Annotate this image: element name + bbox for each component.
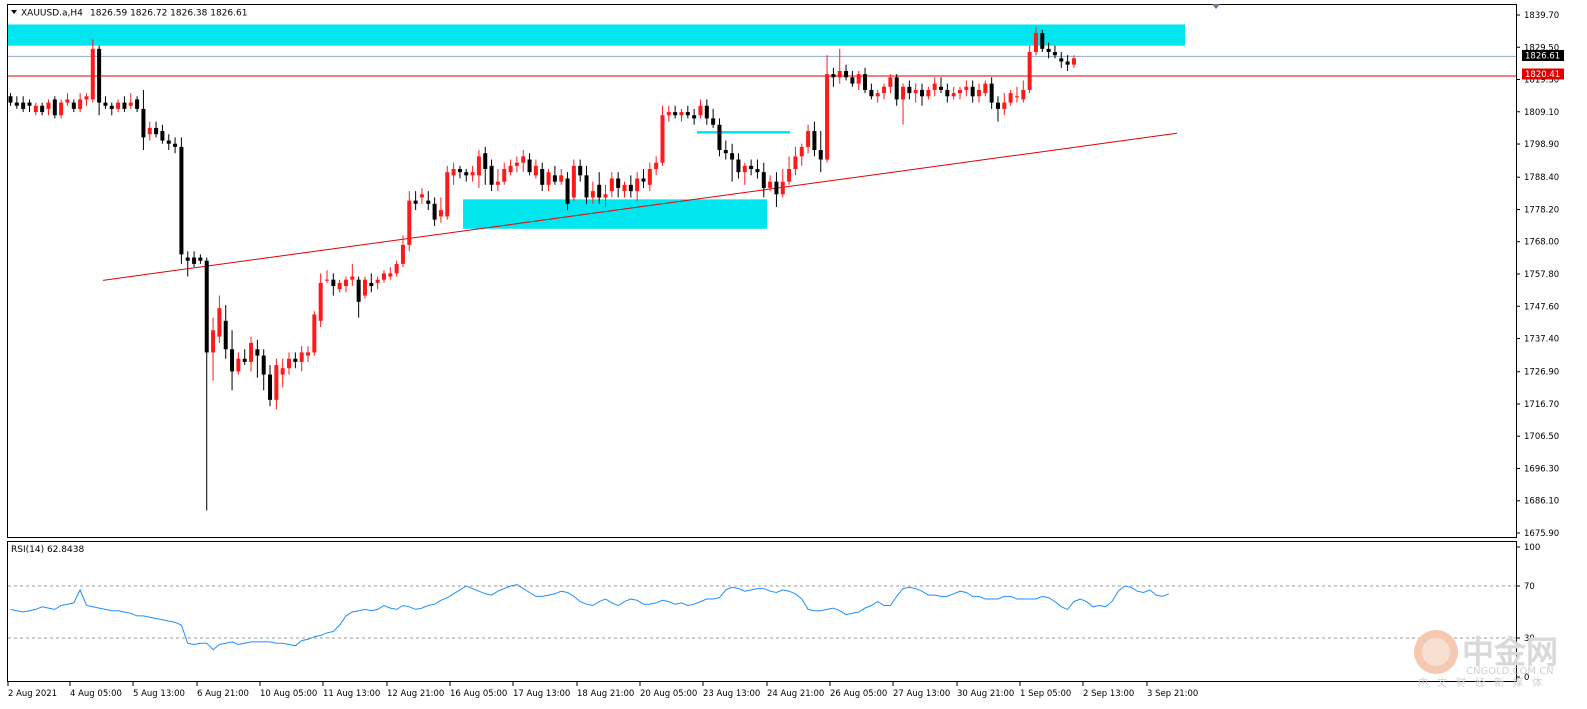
time-tick-label: 5 Aug 13:00 xyxy=(133,689,185,699)
rsi-tick-label: 100 xyxy=(1524,543,1540,553)
rsi-frame xyxy=(7,541,1517,682)
price-tick-label: 1747.60 xyxy=(1524,302,1559,312)
time-tick-label: 30 Aug 21:00 xyxy=(957,689,1014,699)
price-tick-label: 1726.90 xyxy=(1524,368,1559,378)
time-axis: 2 Aug 2021 4 Aug 05:00 5 Aug 13:00 6 Aug 21… xyxy=(7,682,1198,699)
price-tick-label: 1788.40 xyxy=(1524,173,1559,183)
time-tick-label: 12 Aug 21:00 xyxy=(387,689,444,699)
time-tick-label: 4 Aug 05:00 xyxy=(70,689,122,699)
price-tick-label: 1798.90 xyxy=(1524,140,1559,150)
current-price-tag: 1826.61 xyxy=(1525,52,1560,62)
candle xyxy=(312,311,317,356)
rsi-tick-label: 70 xyxy=(1524,582,1535,592)
zone-resistance xyxy=(8,24,1185,46)
time-tick-label: 2 Aug 2021 xyxy=(8,689,57,699)
time-tick-label: 1 Sep 05:00 xyxy=(1020,689,1071,699)
price-tick-label: 1675.90 xyxy=(1524,529,1559,539)
zone-minor xyxy=(697,131,790,134)
time-tick-label: 24 Aug 21:00 xyxy=(767,689,824,699)
price-tick-label: 1686.10 xyxy=(1524,497,1559,507)
time-tick-label: 11 Aug 13:00 xyxy=(323,689,380,699)
level-tag: 1820.41 xyxy=(1525,70,1560,80)
price-tick-label: 1706.50 xyxy=(1524,432,1559,442)
time-tick-label: 3 Sep 21:00 xyxy=(1147,689,1198,699)
candle xyxy=(362,276,367,299)
candle xyxy=(179,137,184,264)
rsi-label: RSI(14) 62.8438 xyxy=(11,545,84,555)
time-tick-label: 27 Aug 13:00 xyxy=(893,689,950,699)
price-tick-label: 1839.70 xyxy=(1524,11,1559,21)
price-tick-label: 1737.40 xyxy=(1524,335,1559,345)
time-tick-label: 10 Aug 05:00 xyxy=(260,689,317,699)
time-tick-label: 17 Aug 13:00 xyxy=(513,689,570,699)
candle xyxy=(1040,29,1045,52)
time-tick-label: 18 Aug 21:00 xyxy=(577,689,634,699)
time-tick-label: 26 Aug 05:00 xyxy=(830,689,887,699)
main-chart-frame xyxy=(7,4,1517,538)
price-tick-label: 1768.00 xyxy=(1524,238,1559,248)
ohlc-readout: 1826.59 1826.72 1826.38 1826.61 xyxy=(90,9,247,19)
time-tick-label: 23 Aug 13:00 xyxy=(703,689,760,699)
candle xyxy=(1027,45,1032,94)
candle xyxy=(445,165,450,220)
watermark: 中金网 CNGOLD.COM.CN 中文财经新媒体 xyxy=(1414,630,1558,689)
chart-root: 1839.701829.501819.301809.101798.901788.… xyxy=(7,4,1564,699)
symbol-label: XAUUSD.a,H4 xyxy=(21,9,83,19)
candle xyxy=(52,96,57,119)
price-axis: 1839.701829.501819.301809.101798.901788.… xyxy=(1516,11,1559,539)
time-tick-label: 16 Aug 05:00 xyxy=(450,689,507,699)
price-tick-label: 1809.10 xyxy=(1524,108,1559,118)
watermark-sub: 中文财经新媒体 xyxy=(1418,676,1551,689)
price-tick-label: 1716.70 xyxy=(1524,400,1559,410)
price-tick-label: 1696.30 xyxy=(1524,464,1559,474)
price-tick-label: 1757.80 xyxy=(1524,270,1559,280)
price-tick-label: 1778.20 xyxy=(1524,205,1559,215)
time-tick-label: 20 Aug 05:00 xyxy=(640,689,697,699)
time-tick-label: 6 Aug 21:00 xyxy=(197,689,249,699)
watermark-en: CNGOLD.COM.CN xyxy=(1466,666,1554,677)
time-tick-label: 2 Sep 13:00 xyxy=(1083,689,1134,699)
